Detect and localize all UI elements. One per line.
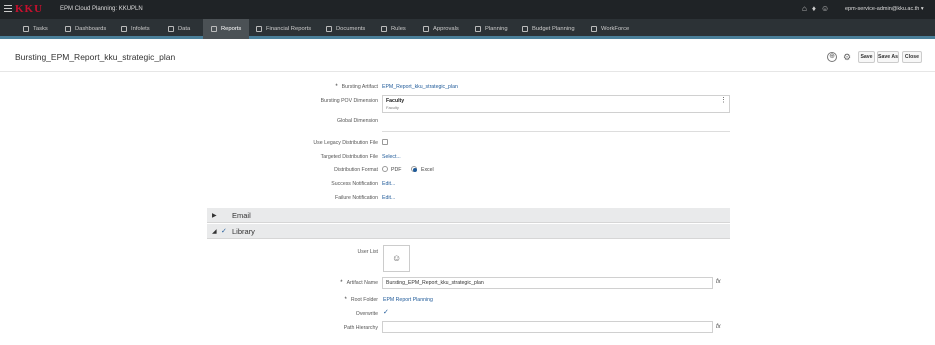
failure-notification-label: Failure Notification — [335, 195, 378, 201]
tab-label: Financial Reports — [266, 26, 312, 32]
global-dimension-field[interactable] — [382, 131, 730, 132]
root-folder-label: Root Folder — [345, 297, 378, 303]
target-icon[interactable]: ⊕ — [827, 52, 837, 62]
tab-budget-planning[interactable]: Budget Planning — [522, 19, 575, 39]
documents-icon — [326, 26, 332, 32]
app-title: EPM Cloud Planning: KKUPLN — [60, 6, 143, 12]
artifact-name-value: Bursting_EPM_Report_kku_strategic_plan — [386, 280, 484, 286]
pdf-radio-label: PDF — [391, 167, 402, 173]
home-icon[interactable]: ⌂ — [802, 5, 807, 13]
tab-infolets[interactable]: Infolets — [121, 19, 150, 39]
tab-label: Reports — [221, 26, 242, 32]
tab-planning[interactable]: Planning — [475, 19, 508, 39]
budget-planning-icon — [522, 26, 528, 32]
tab-data[interactable]: Data — [168, 19, 190, 39]
bursting-pov-label: Bursting POV Dimension — [320, 98, 378, 104]
tab-label: WorkForce — [601, 26, 630, 32]
checkmark-icon: ✓ — [221, 228, 227, 235]
artifact-name-label: Artifact Name — [340, 280, 378, 286]
use-legacy-label: Use Legacy Distribution File — [313, 140, 378, 146]
tab-label: Tasks — [33, 26, 48, 32]
tab-label: Documents — [336, 26, 366, 32]
root-folder-link[interactable]: EPM Report Planning — [383, 297, 433, 303]
user-menu[interactable]: epm-service-admin@kku.ac.th ▾ — [845, 6, 924, 12]
tab-approvals[interactable]: Approvals — [423, 19, 459, 39]
user-list-label: User List — [357, 249, 378, 255]
tab-rules[interactable]: Rules — [381, 19, 406, 39]
tab-dashboards[interactable]: Dashboards — [65, 19, 106, 39]
user-list-box[interactable]: ☺ — [383, 245, 410, 272]
save-as-button[interactable]: Save As — [877, 51, 899, 63]
path-hierarchy-fx-icon[interactable]: fx — [716, 324, 721, 330]
artifact-name-input[interactable]: Bursting_EPM_Report_kku_strategic_plan — [382, 277, 713, 289]
excel-radio-label: Excel — [421, 167, 434, 173]
tab-label: Dashboards — [75, 26, 107, 32]
kku-logo: KKU — [15, 3, 44, 15]
reports-icon — [211, 26, 217, 32]
add-user-icon[interactable]: ☺ — [392, 253, 401, 263]
rules-icon — [381, 26, 387, 32]
gear-icon[interactable]: ⚙ — [842, 52, 852, 62]
close-button[interactable]: Close — [902, 51, 922, 63]
overwrite-label: Overwrite — [355, 311, 378, 317]
page-title: Bursting_EPM_Report_kku_strategic_plan — [15, 52, 176, 62]
failure-notification-edit[interactable]: Edit... — [382, 195, 395, 201]
targeted-distribution-select[interactable]: Select... — [382, 154, 401, 160]
global-dimension-label: Global Dimension — [337, 118, 378, 124]
tab-documents[interactable]: Documents — [326, 19, 365, 39]
workforce-icon — [591, 26, 597, 32]
tab-tasks[interactable]: Tasks — [23, 19, 48, 39]
pdf-radio[interactable] — [382, 166, 388, 172]
bursting-artifact-link[interactable]: EPM_Report_kku_strategic_plan — [382, 84, 458, 90]
page-header: Bursting_EPM_Report_kku_strategic_plan ⊕… — [0, 42, 935, 72]
tasks-icon — [23, 26, 29, 32]
tab-workforce[interactable]: WorkForce — [591, 19, 629, 39]
top-icons: ⌂ ♦ ☺ — [802, 5, 829, 13]
expand-icon: ▶ — [212, 213, 217, 219]
tab-label: Planning — [485, 26, 508, 32]
use-legacy-checkbox[interactable] — [382, 139, 388, 145]
targeted-distribution-label: Targeted Distribution File — [320, 154, 378, 160]
success-notification-edit[interactable]: Edit... — [382, 181, 395, 187]
planning-icon — [475, 26, 481, 32]
infolets-icon — [121, 26, 127, 32]
tab-financial-reports[interactable]: Financial Reports — [256, 19, 311, 39]
hamburger-menu-icon[interactable] — [4, 5, 12, 13]
top-bar: KKU EPM Cloud Planning: KKUPLN ⌂ ♦ ☺ epm… — [0, 0, 935, 19]
collapse-icon: ◢ — [212, 229, 217, 235]
financial-reports-icon — [256, 26, 262, 32]
more-options-icon[interactable]: ⋮ — [720, 97, 727, 104]
navigation-bar: Tasks Dashboards Infolets Data Reports F… — [0, 19, 935, 39]
email-section-title: Email — [232, 211, 251, 220]
tab-reports[interactable]: Reports — [203, 19, 250, 39]
distribution-format-label: Distribution Format — [334, 167, 378, 173]
library-section-title: Library — [232, 227, 255, 236]
bursting-pov-field[interactable]: Faculty Faculty ⋮ — [382, 95, 730, 113]
save-button[interactable]: Save — [858, 51, 875, 63]
bursting-artifact-label: Bursting Artifact — [335, 84, 378, 90]
path-hierarchy-input[interactable] — [382, 321, 713, 333]
microphone-icon[interactable]: ♦ — [812, 5, 816, 13]
excel-radio[interactable] — [411, 166, 417, 172]
tab-label: Approvals — [433, 26, 459, 32]
tab-label: Budget Planning — [532, 26, 575, 32]
approvals-icon — [423, 26, 429, 32]
dashboards-icon — [65, 26, 71, 32]
success-notification-label: Success Notification — [331, 181, 378, 187]
email-section-header[interactable]: ▶ Email — [207, 208, 730, 223]
accessibility-icon[interactable]: ☺ — [821, 5, 829, 13]
data-icon — [168, 26, 174, 32]
pov-sub: Faculty — [386, 105, 399, 110]
tab-label: Data — [178, 26, 191, 32]
pov-value: Faculty — [386, 98, 405, 104]
tab-label: Infolets — [131, 26, 150, 32]
path-hierarchy-label: Path Hierarchy — [343, 325, 378, 331]
library-section-header[interactable]: ◢ ✓ Library — [207, 224, 730, 239]
artifact-name-fx-icon[interactable]: fx — [716, 279, 721, 285]
tab-label: Rules — [391, 26, 406, 32]
overwrite-checkbox[interactable]: ✓ — [383, 308, 389, 316]
